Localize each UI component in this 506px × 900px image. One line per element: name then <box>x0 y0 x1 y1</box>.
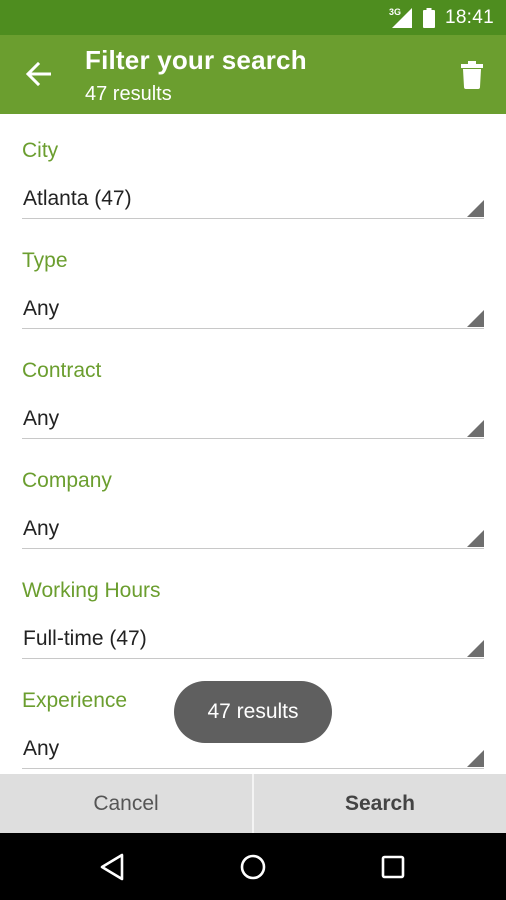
field-company: Company Any <box>0 444 506 554</box>
field-type: Type Any <box>0 224 506 334</box>
field-label: Working Hours <box>22 579 161 602</box>
filter-screen: 3G 18:41 Filter your search 47 results C… <box>0 0 506 900</box>
nav-recents-button[interactable] <box>376 850 410 884</box>
field-working-hours: Working Hours Full-time (47) <box>0 554 506 664</box>
field-underline <box>22 768 484 769</box>
field-value: Any <box>23 517 60 540</box>
clear-filters-button[interactable] <box>458 59 486 91</box>
cancel-button[interactable]: Cancel <box>0 774 254 833</box>
field-label: City <box>22 139 59 162</box>
field-value: Full-time (47) <box>23 627 147 650</box>
field-value: Any <box>23 737 60 760</box>
circle-home-icon <box>240 854 266 880</box>
field-underline <box>22 548 484 549</box>
results-toast: 47 results <box>174 681 332 743</box>
company-select[interactable]: Any <box>22 507 484 549</box>
dropdown-arrow-icon <box>467 200 484 217</box>
status-icons: 3G 18:41 <box>389 0 494 35</box>
dropdown-arrow-icon <box>467 640 484 657</box>
system-nav-bar <box>0 833 506 900</box>
dropdown-arrow-icon <box>467 750 484 767</box>
field-underline <box>22 328 484 329</box>
back-button[interactable] <box>22 57 56 91</box>
results-count: 47 results <box>85 83 172 105</box>
trash-icon <box>461 61 483 89</box>
filter-form: City Atlanta (47) Type Any Contract Any <box>0 114 506 774</box>
field-contract: Contract Any <box>0 334 506 444</box>
field-label: Contract <box>22 359 102 382</box>
field-value: Any <box>23 407 60 430</box>
battery-icon <box>422 7 435 28</box>
status-bar: 3G 18:41 <box>0 0 506 35</box>
dropdown-arrow-icon <box>467 530 484 547</box>
field-label: Company <box>22 469 112 492</box>
field-underline <box>22 218 484 219</box>
city-select[interactable]: Atlanta (47) <box>22 177 484 219</box>
action-bar: Cancel Search <box>0 774 506 833</box>
search-button[interactable]: Search <box>254 774 506 833</box>
type-select[interactable]: Any <box>22 287 484 329</box>
nav-home-button[interactable] <box>236 850 270 884</box>
arrow-back-icon <box>26 62 51 86</box>
page-title: Filter your search <box>85 45 307 75</box>
dropdown-arrow-icon <box>467 420 484 437</box>
field-city: City Atlanta (47) <box>0 114 506 224</box>
square-recents-icon <box>381 855 405 879</box>
field-underline <box>22 438 484 439</box>
signal-icon: 3G <box>389 7 413 29</box>
nav-back-button[interactable] <box>95 850 129 884</box>
field-value: Atlanta (47) <box>23 187 132 210</box>
status-time: 18:41 <box>444 6 494 28</box>
dropdown-arrow-icon <box>467 310 484 327</box>
field-label: Experience <box>22 689 128 712</box>
field-label: Type <box>22 249 68 272</box>
field-value: Any <box>23 297 60 320</box>
contract-select[interactable]: Any <box>22 397 484 439</box>
working-hours-select[interactable]: Full-time (47) <box>22 617 484 659</box>
app-bar: Filter your search 47 results <box>0 35 506 114</box>
triangle-back-icon <box>100 853 124 881</box>
field-underline <box>22 658 484 659</box>
